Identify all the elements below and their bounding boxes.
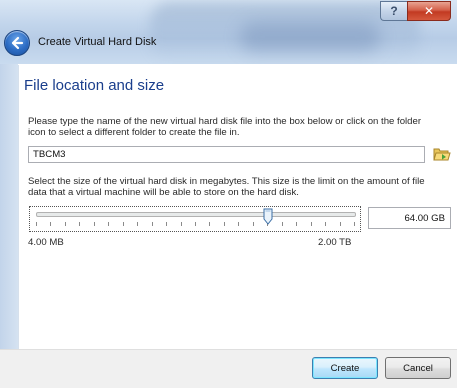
slider-tick: [137, 222, 138, 226]
slider-tick: [340, 222, 341, 226]
slider-tick: [282, 222, 283, 226]
help-button[interactable]: ?: [380, 1, 407, 21]
back-button[interactable]: [4, 30, 30, 56]
cancel-button[interactable]: Cancel: [385, 357, 451, 379]
caption-buttons: ? ✕: [380, 1, 451, 21]
create-button[interactable]: Create: [312, 357, 378, 379]
slider-thumb[interactable]: [263, 208, 273, 225]
slider-tick: [50, 222, 51, 226]
slider-tick: [166, 222, 167, 226]
slider-tick: [123, 222, 124, 226]
size-instructions: Select the size of the virtual hard disk…: [28, 176, 425, 198]
slider-tick: [79, 222, 80, 226]
slider-tick: [238, 222, 239, 226]
slider-tick: [152, 222, 153, 226]
size-max-label: 2.00 TB: [318, 237, 352, 248]
back-arrow-icon: [11, 36, 24, 50]
slider-tick: [195, 222, 196, 226]
background-window-blur-2: [240, 22, 380, 52]
slider-tick: [354, 222, 355, 226]
title-bar: ? ✕ Create Virtual Hard Disk: [0, 0, 457, 64]
slider-tick: [311, 222, 312, 226]
file-name-input[interactable]: [28, 146, 425, 163]
slider-tick: [36, 222, 37, 226]
size-min-label: 4.00 MB: [28, 237, 64, 248]
slider-tick: [181, 222, 182, 226]
slider-tick: [94, 222, 95, 226]
slider-tick: [224, 222, 225, 226]
window-title: Create Virtual Hard Disk: [38, 36, 157, 48]
folder-open-icon: [433, 148, 451, 161]
slider-tick: [296, 222, 297, 226]
size-slider[interactable]: [29, 206, 361, 232]
slider-tick: [253, 222, 254, 226]
slider-track: [36, 212, 356, 217]
size-value-input[interactable]: [368, 207, 451, 229]
left-frame: [0, 64, 18, 349]
slider-tick: [108, 222, 109, 226]
slider-tick: [209, 222, 210, 226]
slider-tick: [65, 222, 66, 226]
choose-folder-button[interactable]: [433, 146, 451, 162]
slider-tick: [325, 222, 326, 226]
page-title: File location and size: [24, 77, 165, 94]
location-instructions: Please type the name of the new virtual …: [28, 116, 422, 138]
close-button[interactable]: ✕: [407, 1, 451, 21]
